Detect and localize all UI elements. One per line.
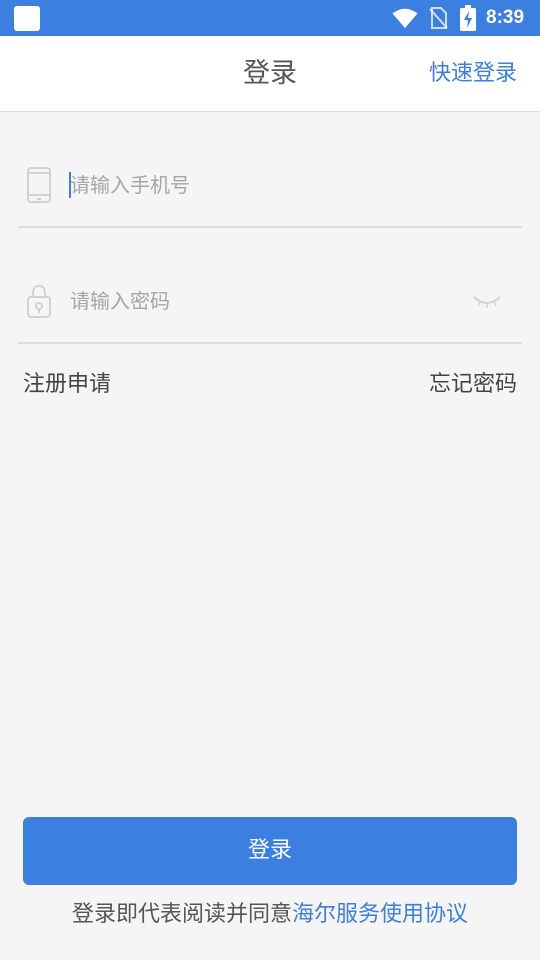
battery-charging-icon [460,5,476,31]
phone-icon [27,167,51,203]
service-agreement-link[interactable]: 海尔服务使用协议 [292,902,468,927]
no-sim-icon [429,7,448,29]
password-input[interactable] [70,284,470,318]
text-cursor [69,172,71,198]
forgot-password-link[interactable]: 忘记密码 [429,368,517,402]
register-link[interactable]: 注册申请 [23,368,111,402]
eye-closed-icon[interactable] [472,292,502,312]
header: 登录 快速登录 [0,36,540,112]
agreement-text: 登录即代表阅读并同意 [71,902,292,927]
lock-icon [27,284,51,318]
app-icon [14,6,40,31]
status-bar: 8:39 [0,0,540,36]
auxiliary-links: 注册申请 忘记密码 [23,368,517,402]
status-time: 8:39 [486,7,525,28]
login-screen: 8:39 登录 快速登录 注册申请 [0,0,540,960]
phone-input[interactable] [70,168,470,202]
login-button[interactable]: 登录 [23,817,517,885]
agreement-notice: 登录即代表阅读并同意海尔服务使用协议 [0,898,540,932]
password-input-row [18,262,522,344]
wifi-icon [392,8,418,28]
quick-login-link[interactable]: 快速登录 [429,59,517,89]
phone-input-row [18,146,522,228]
